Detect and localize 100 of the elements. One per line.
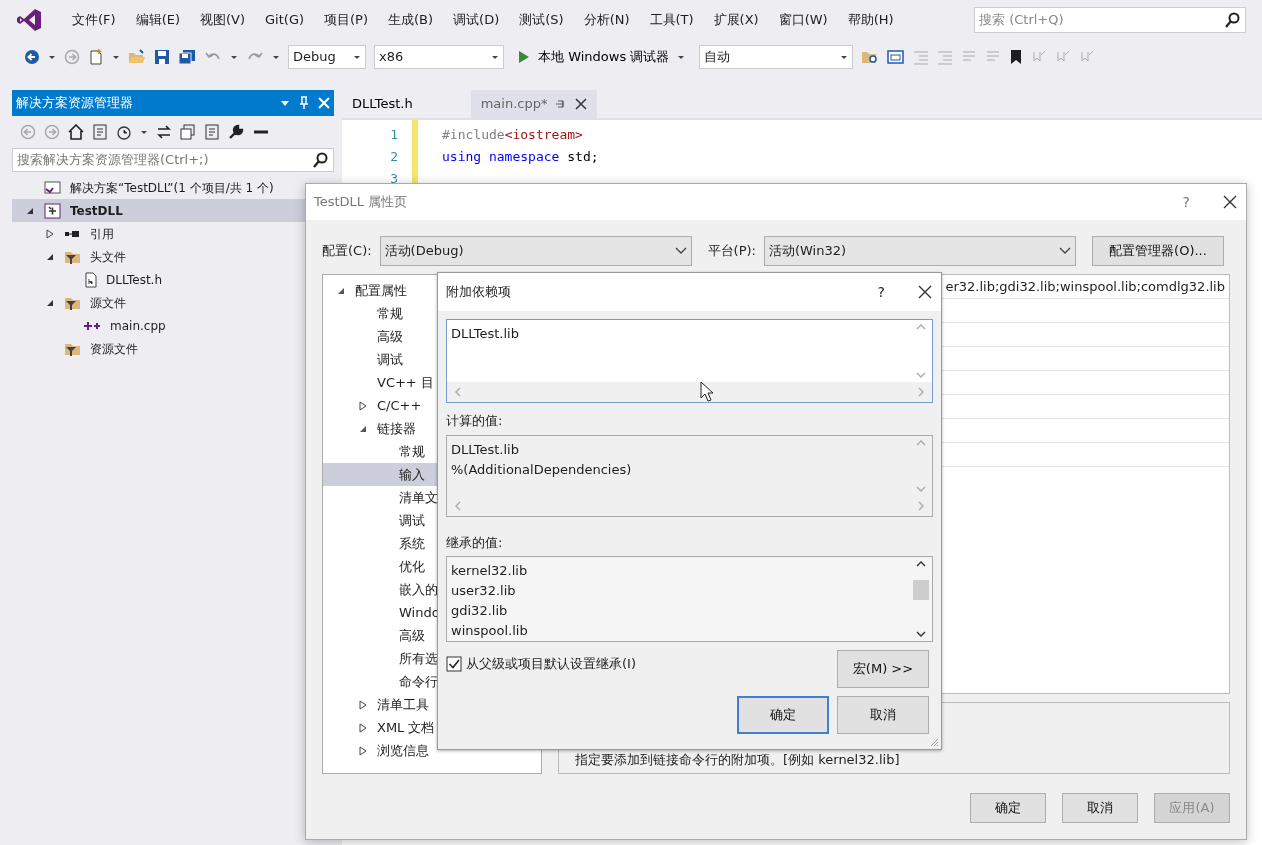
field-label: 配置(C): [322,242,372,261]
caret-icon [353,53,361,61]
tree-item[interactable]: 解决方案“TestDLL”(1 个项目/共 1 个) [12,176,305,199]
menu-item[interactable]: 测试(S) [509,8,574,32]
code-line: #include<iostream> [442,125,584,144]
mouse-pointer-icon [700,381,714,403]
run-debugger-button[interactable]: 本地 Windows 调试器 [512,46,692,68]
help-button[interactable]: ? [1174,187,1198,217]
close-icon[interactable] [1222,194,1238,210]
editor-tab[interactable]: main.cpp* [470,90,598,118]
item-label: 引用 [90,225,114,243]
home-icon[interactable] [68,124,84,140]
list-entry: DLLTest.lib [451,440,520,459]
caret-icon [840,53,849,61]
save-all-icon[interactable] [178,49,196,65]
dialog-button[interactable]: 确定 [737,696,829,734]
search-icon [313,152,329,168]
expand-arrow-icon[interactable] [357,744,369,757]
configuration-dropdown[interactable]: Debug [288,45,366,69]
line-number: 2 [389,147,399,166]
launch-mode-dropdown[interactable]: 自动 [699,45,854,69]
menu-item[interactable]: 视图(V) [190,8,256,32]
menu-item[interactable]: 工具(T) [639,8,704,32]
panel-title: 解决方案资源管理器 [16,94,134,113]
dropdown-caret-icon [674,247,687,255]
menu-item[interactable]: 扩展(X) [703,8,769,32]
tree-item[interactable]: main.cpp [12,314,305,337]
search-field[interactable]: 搜索 (Ctrl+Q) [974,7,1246,33]
caret-icon[interactable] [230,53,238,61]
open-folder-icon[interactable] [128,49,146,65]
collapse-all-icon[interactable] [180,124,196,140]
new-item-icon[interactable] [88,49,104,65]
caret-icon[interactable] [112,53,120,61]
window-icon[interactable] [887,49,906,65]
platform-dropdown[interactable]: x86 [374,45,504,69]
sync-icon[interactable] [156,124,172,140]
menu-item[interactable]: 编辑(E) [125,8,190,32]
caret-icon [677,53,686,61]
help-button[interactable]: ? [869,277,893,307]
menu-item[interactable]: 文件(F) [62,8,126,32]
solution-icon [44,179,62,196]
tree-item[interactable]: TestDLL [12,199,305,222]
menu-item[interactable]: 窗口(W) [768,8,838,32]
expand-arrow-icon[interactable] [357,698,369,711]
configuration-dropdown[interactable]: 活动(Debug) [379,236,692,266]
dropdown-caret-icon[interactable] [280,99,290,107]
menu-item[interactable]: 帮助(H) [837,8,904,32]
dialog-title: 附加依赖项 [446,283,512,302]
item-label: 源文件 [90,294,126,312]
expand-arrow-icon[interactable] [357,721,369,734]
project-icon [44,202,62,219]
show-all-files-icon[interactable] [92,124,108,140]
dropdown-caret-icon [1059,247,1071,255]
wrench-icon[interactable] [228,124,244,140]
header-file-icon [84,271,98,288]
menu-item[interactable]: 项目(P) [314,8,378,32]
macros-button[interactable]: 宏(M) >> [837,650,929,688]
pin-icon[interactable] [298,96,310,110]
line-number: 3 [389,169,399,188]
resize-grip-icon [929,737,939,747]
description-text: 指定要添加到链接命令行的附加项。[例如 kernel32.lib] [575,750,900,769]
dialog-button[interactable]: 取消 [1062,793,1138,823]
caret-icon[interactable] [140,128,148,136]
search-icon [1225,12,1241,28]
tree-item[interactable]: 头文件 [12,245,305,268]
menu-item[interactable]: 调试(D) [443,8,510,32]
show-all-files-icon[interactable] [204,124,220,140]
item-label: DLLTest.h [106,271,162,289]
save-icon[interactable] [154,49,170,65]
checkbox-label[interactable]: 从父级或项目默认设置继承(I) [466,654,636,674]
editor-tab[interactable]: DLLTest.h [342,90,423,118]
menu-item[interactable]: 分析(N) [573,8,640,32]
close-icon[interactable] [575,97,588,110]
menu-item[interactable]: Git(G) [255,8,315,32]
list-entry: winspool.lib [451,622,529,640]
find-in-files-icon[interactable] [861,49,880,65]
dialog-button[interactable]: 确定 [970,793,1046,823]
menu-item[interactable]: 生成(B) [378,8,444,32]
expand-arrow-icon[interactable] [357,399,369,412]
tree-item[interactable]: 资源文件 [12,337,305,360]
item-label: main.cpp [110,317,166,335]
platform-dropdown[interactable]: 活动(Win32) [764,236,1076,266]
list-entry: user32.lib [451,582,517,600]
item-label: TestDLL [70,202,123,220]
search-field[interactable]: 搜索解决方案资源管理器(Ctrl+;) [12,148,334,172]
clock-icon[interactable] [116,124,132,140]
configuration-manager-button[interactable]: 配置管理器(O)... [1092,236,1224,266]
caret-icon[interactable] [48,53,56,61]
list-entry: kernel32.lib [451,562,529,580]
scrollbar-thumb[interactable] [913,580,929,600]
caret-icon [491,53,499,61]
tree-item[interactable]: DLLTest.h [12,268,305,291]
bookmark-icon[interactable] [1009,49,1024,65]
close-icon[interactable] [917,284,933,300]
tree-item[interactable]: 引用 [12,222,305,245]
checkbox[interactable] [446,655,462,672]
expand-arrow-icon[interactable] [44,227,56,240]
tree-item[interactable]: 源文件 [12,291,305,314]
dialog-button[interactable]: 取消 [837,696,929,734]
caret-icon[interactable] [272,53,280,61]
